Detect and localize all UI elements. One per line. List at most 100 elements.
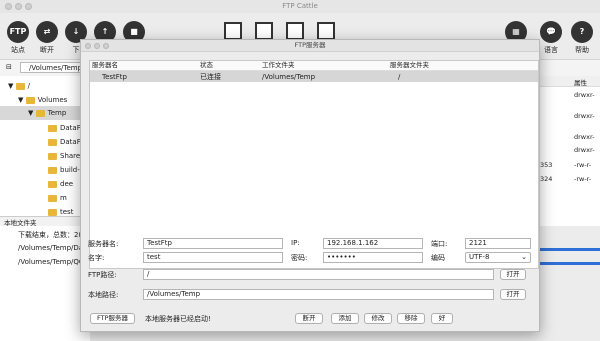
server-table-header <box>90 61 538 71</box>
tree-item[interactable]: DataF <box>48 121 81 135</box>
folder-icon <box>35 109 45 117</box>
local-pane-title: 本地文件夹 <box>0 216 90 227</box>
tree-item-label: Temp <box>47 109 67 117</box>
progress-bar <box>540 262 600 265</box>
tree-item-label: DataF <box>60 138 81 146</box>
remove-server-button[interactable]: 移除 <box>397 313 425 324</box>
ip-label: IP: <box>291 239 300 247</box>
log-row: 下载结束，总数：2( <box>18 231 82 239</box>
drive-icon: ⊟ <box>6 63 12 71</box>
ftp-icon: FTP <box>7 21 29 43</box>
log-row: /Volumes/Temp/QC <box>18 258 84 266</box>
disclosure-triangle-icon: ▼ <box>28 109 36 117</box>
encoding-select[interactable]: UTF-8 ⌄ <box>465 252 531 263</box>
password-field[interactable]: ••••••• <box>323 252 423 263</box>
folder-icon <box>48 138 57 146</box>
add-server-button[interactable]: 添加 <box>331 313 359 324</box>
local-path-field[interactable]: /Volumes/Temp <box>143 289 494 300</box>
view-bottom-pane-icon[interactable] <box>286 22 304 40</box>
row-server-name: TestFtp <box>102 73 127 81</box>
column-header-status[interactable]: 状态 <box>200 61 213 70</box>
remote-file-list: 属性 drwxr- drwxr- drwxr- drwxr- -rw-r- -r… <box>538 76 600 226</box>
row-status: 已连接 <box>200 73 221 81</box>
tree-item-label: build- <box>60 166 80 174</box>
dialog-title: FTP服务器 <box>294 41 326 49</box>
folder-icon <box>48 208 57 216</box>
tree-item[interactable]: Share <box>48 149 80 163</box>
ftp-server-button[interactable]: FTP服务器 <box>90 313 135 324</box>
column-header-server-folder[interactable]: 服务器文件夹 <box>390 61 429 70</box>
ok-button[interactable]: 好 <box>431 313 453 324</box>
log-row: /Volumes/Temp/Da <box>18 244 84 252</box>
row-work-folder: /Volumes/Temp <box>262 73 316 81</box>
view-split-icon[interactable] <box>317 22 335 40</box>
row-server-folder: / <box>398 73 401 81</box>
disclosure-triangle-icon: ▼ <box>8 82 16 90</box>
view-left-pane-icon[interactable] <box>224 22 242 40</box>
tree-item[interactable]: DataF <box>48 135 81 149</box>
server-name-field[interactable]: TestFtp <box>143 238 283 249</box>
size-cell: 353 <box>540 161 553 169</box>
folder-icon <box>15 82 25 90</box>
tree-item[interactable]: build- <box>48 163 80 177</box>
folder-icon <box>48 194 57 202</box>
open-local-path-button[interactable]: 打开 <box>500 289 526 300</box>
ftp-path-label: FTP路径: <box>88 271 117 279</box>
dialog-titlebar: FTP服务器 <box>81 40 539 52</box>
chevron-down-icon: ⌄ <box>521 253 527 261</box>
local-path-label: 本地路径: <box>88 291 119 299</box>
disclosure-triangle-icon: ▼ <box>18 96 26 104</box>
tree-item-label: Volumes <box>37 96 68 104</box>
open-ftp-path-button[interactable]: 打开 <box>500 269 526 280</box>
server-status-text: 本地服务器已经启动! <box>145 315 211 323</box>
ftp-path-field[interactable]: / <box>143 269 494 280</box>
tree-item[interactable]: ▼ Volumes <box>18 93 67 107</box>
tree-item-label: dee <box>60 180 74 188</box>
window-title: FTP Cattle <box>282 2 318 10</box>
disconnect-server-button[interactable]: 断开 <box>295 313 323 324</box>
password-label: 密码: <box>291 254 308 262</box>
speech-bubble-icon: 💬 <box>540 21 562 43</box>
tree-item-label: DataF <box>60 124 81 132</box>
local-folder-tree: ▼ / ▼ Volumes ▼ Temp DataF DataF Share b… <box>0 76 90 216</box>
main-titlebar: FTP Cattle <box>0 0 600 14</box>
user-field[interactable]: test <box>143 252 283 263</box>
perm-cell: -rw-r- <box>574 175 592 183</box>
folder-icon <box>48 166 57 174</box>
help-icon: ? <box>571 21 593 43</box>
port-field[interactable]: 2121 <box>465 238 531 249</box>
encoding-value: UTF-8 <box>469 253 490 261</box>
dialog-minimize-button[interactable] <box>94 43 100 49</box>
disconnect-icon: ⇄ <box>36 21 58 43</box>
perm-cell: drwxr- <box>574 91 595 99</box>
perm-cell: drwxr- <box>574 133 595 141</box>
view-right-pane-icon[interactable] <box>255 22 273 40</box>
server-name-label: 服务器名: <box>88 240 119 248</box>
user-label: 名字: <box>88 254 105 262</box>
column-header-name[interactable]: 服务器名 <box>92 61 118 70</box>
ftp-server-dialog: FTP服务器 服务器名 状态 工作文件夹 服务器文件夹 TestFtp 已连接 … <box>80 39 540 332</box>
dialog-zoom-button[interactable] <box>103 43 109 49</box>
encoding-label: 编码 <box>431 254 445 262</box>
ip-field[interactable]: 192.168.1.162 <box>323 238 423 249</box>
folder-icon <box>48 180 57 188</box>
modify-server-button[interactable]: 修改 <box>364 313 392 324</box>
dialog-close-button[interactable] <box>85 43 91 49</box>
tree-item-label: test <box>60 208 74 216</box>
tree-item-label: / <box>27 82 30 90</box>
tree-item-label: Share <box>60 152 81 160</box>
column-header-work-folder[interactable]: 工作文件夹 <box>262 61 295 70</box>
attributes-column-header: 属性 <box>574 79 587 87</box>
port-label: 端口: <box>431 240 448 248</box>
perm-cell: -rw-r- <box>574 161 592 169</box>
size-cell: 324 <box>540 175 553 183</box>
folder-icon <box>48 152 57 160</box>
tree-item[interactable]: ▼ Temp <box>28 106 66 120</box>
folder-icon <box>25 96 35 104</box>
remote-list-header <box>538 76 600 87</box>
tree-item[interactable]: ▼ / <box>8 79 30 93</box>
progress-bar <box>540 248 600 251</box>
help-button[interactable]: ? 帮助 <box>565 21 599 55</box>
tree-item[interactable]: m <box>48 191 67 205</box>
tree-item[interactable]: dee <box>48 177 73 191</box>
